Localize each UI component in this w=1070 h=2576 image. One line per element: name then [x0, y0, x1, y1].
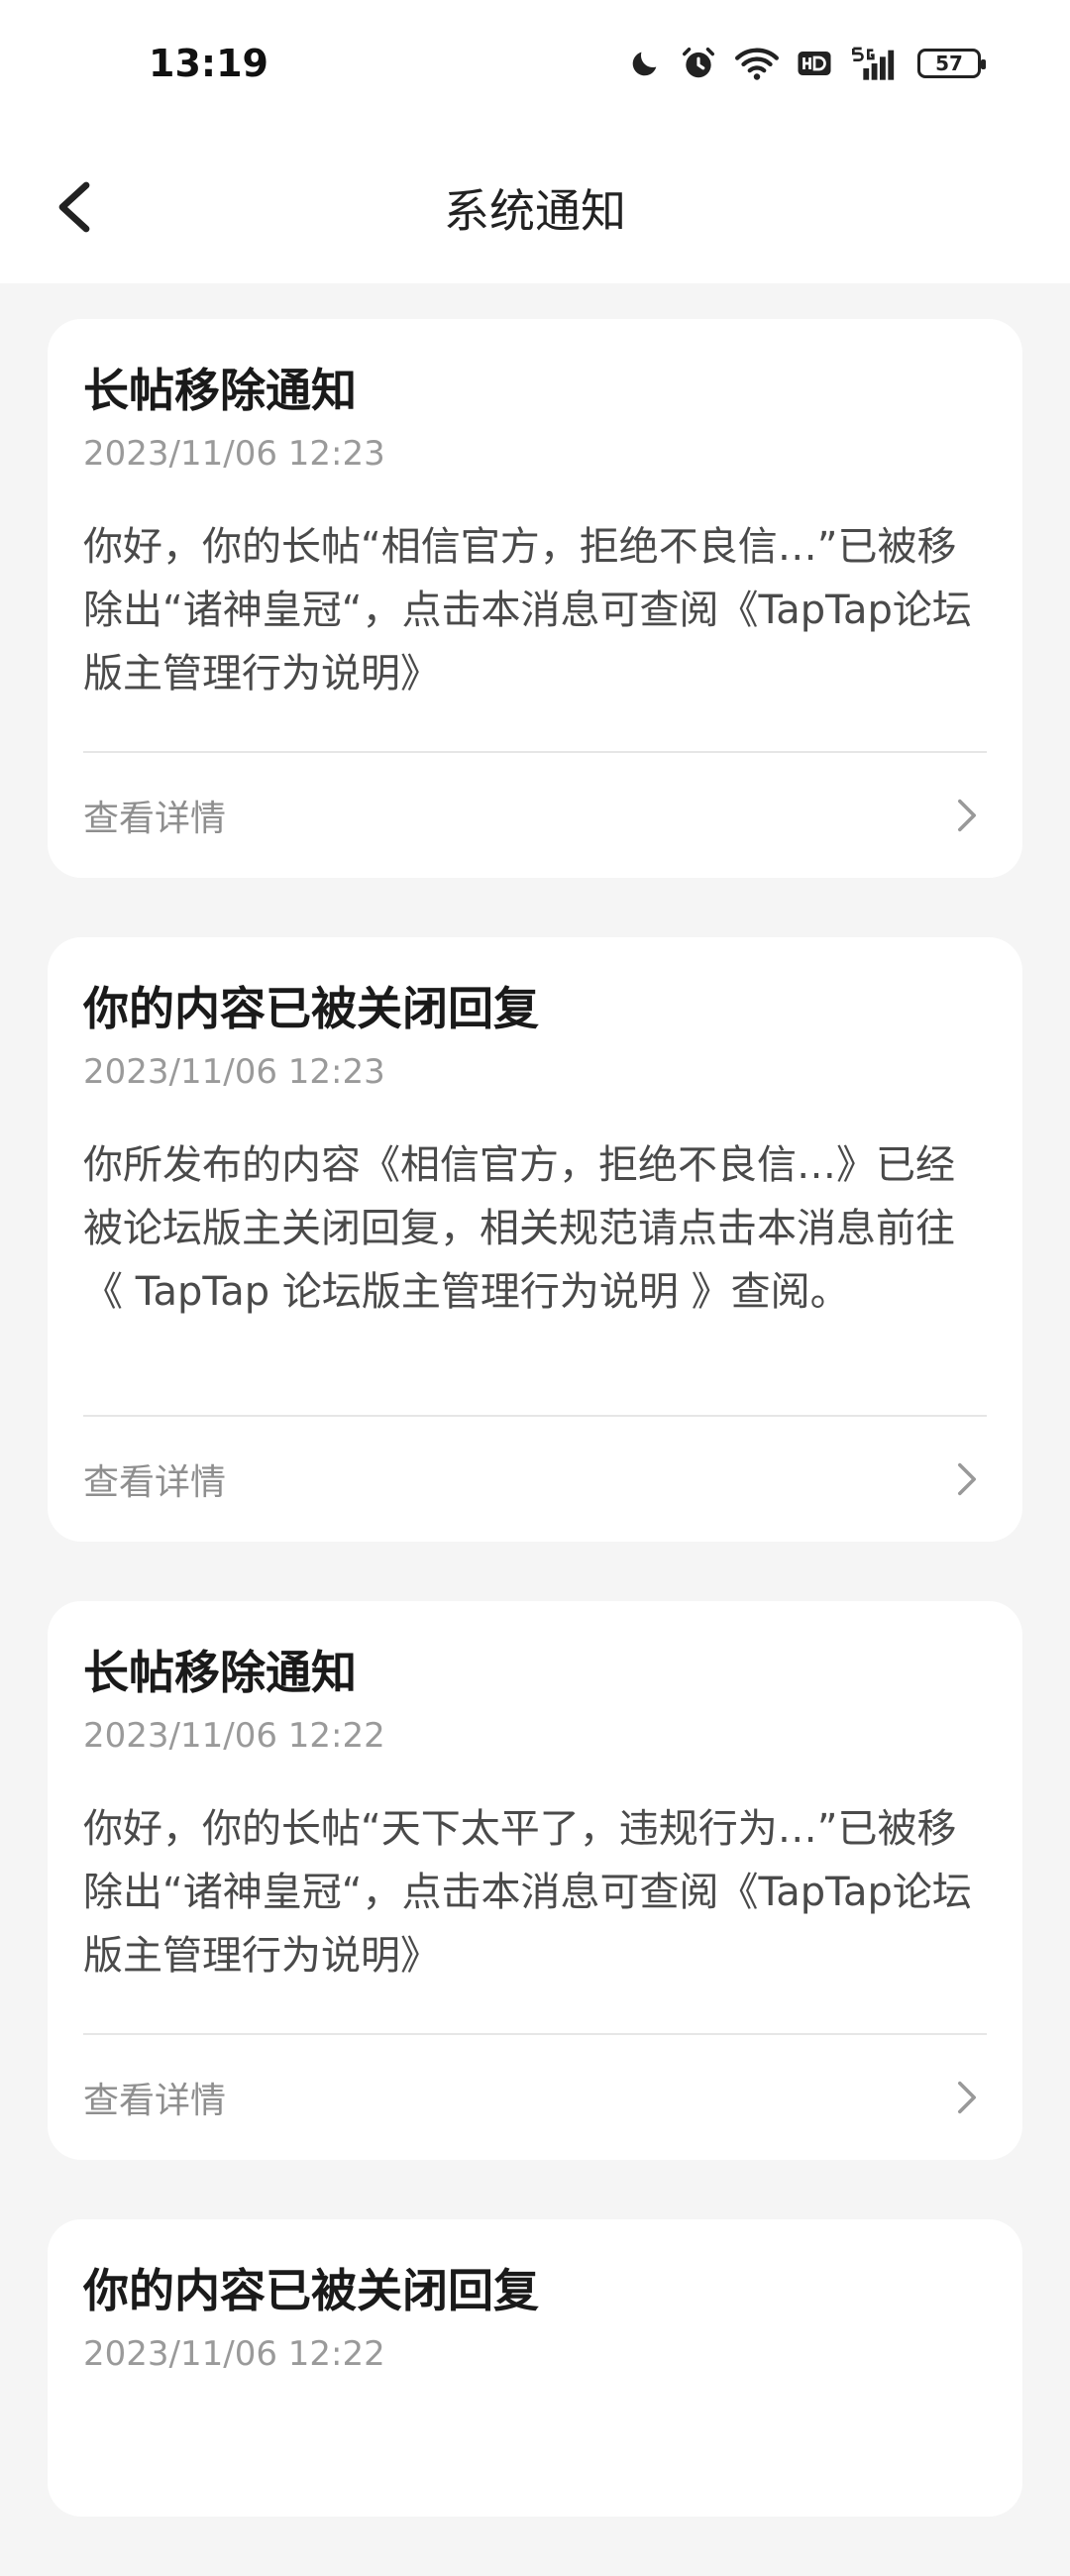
alarm-icon: [680, 44, 717, 83]
notification-card[interactable]: 你的内容已被关闭回复 2023/11/06 12:22: [48, 2219, 1022, 2517]
chevron-right-icon: [947, 2078, 987, 2117]
notification-time: 2023/11/06 12:22: [83, 1716, 385, 1756]
signal-5g-icon: [850, 44, 900, 83]
nav-header: 系统通知: [0, 139, 1070, 283]
view-details-label: 查看详情: [83, 799, 227, 839]
battery-level: 57: [917, 49, 986, 78]
status-time: 13:19: [149, 42, 268, 85]
view-details-row[interactable]: 查看详情: [83, 1417, 987, 1542]
hd-icon: [797, 44, 832, 83]
status-bar: 13:19 57: [0, 0, 1070, 139]
status-icons: 57: [628, 44, 986, 83]
notification-title: 长帖移除通知: [83, 1646, 357, 1699]
notification-body: 你所发布的内容《相信官方，拒绝不良信…》已经被论坛版主关闭回复，相关规范请点击本…: [83, 1142, 955, 1315]
view-details-label: 查看详情: [83, 1462, 227, 1503]
notification-body: 你好，你的长帖“相信官方，拒绝不良信…”已被移除出“诸神皇冠“，点击本消息可查阅…: [83, 524, 972, 697]
page-title: 系统通知: [444, 184, 626, 238]
view-details-row[interactable]: 查看详情: [83, 2035, 987, 2160]
notification-card[interactable]: 长帖移除通知 2023/11/06 12:23 你好，你的长帖“相信官方，拒绝不…: [48, 319, 1022, 878]
notification-title: 你的内容已被关闭回复: [83, 982, 539, 1035]
notification-card[interactable]: 你的内容已被关闭回复 2023/11/06 12:23 你所发布的内容《相信官方…: [48, 937, 1022, 1542]
chevron-right-icon: [947, 1459, 987, 1499]
notification-time: 2023/11/06 12:22: [83, 2334, 385, 2374]
notification-title: 你的内容已被关闭回复: [83, 2264, 539, 2317]
notification-time: 2023/11/06 12:23: [83, 1052, 385, 1092]
wifi-icon: [735, 44, 779, 83]
battery-icon: 57: [917, 44, 986, 83]
notification-body: 你好，你的长帖“天下太平了，违规行为…”已被移除出“诸神皇冠“，点击本消息可查阅…: [83, 1806, 972, 1979]
chevron-right-icon: [947, 796, 987, 835]
notification-title: 长帖移除通知: [83, 364, 357, 417]
moon-icon: [628, 44, 662, 83]
notification-list: 长帖移除通知 2023/11/06 12:23 你好，你的长帖“相信官方，拒绝不…: [48, 319, 1022, 2576]
notification-time: 2023/11/06 12:23: [83, 434, 385, 474]
notification-card[interactable]: 长帖移除通知 2023/11/06 12:22 你好，你的长帖“天下太平了，违规…: [48, 1601, 1022, 2160]
view-details-row[interactable]: 查看详情: [83, 753, 987, 878]
view-details-label: 查看详情: [83, 2081, 227, 2121]
